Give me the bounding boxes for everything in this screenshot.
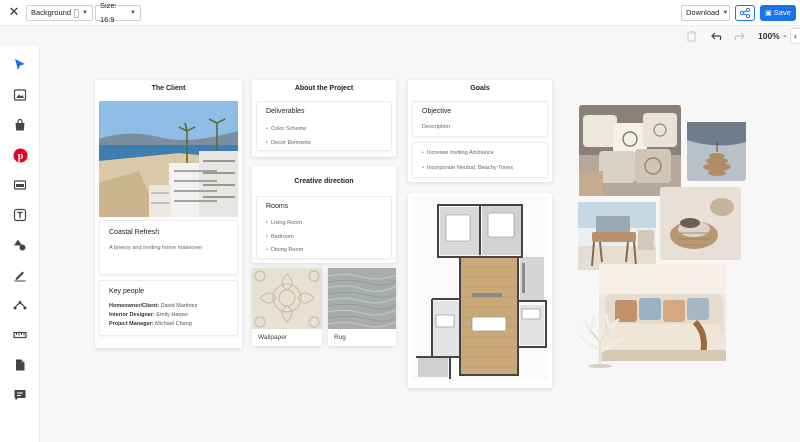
- background-color-swatch: [74, 8, 80, 18]
- comment-tool[interactable]: [11, 386, 29, 404]
- goals-card[interactable]: Goals Objective Description Increase Inv…: [408, 80, 552, 182]
- shopping-tool[interactable]: [11, 116, 29, 134]
- comment-icon: [14, 390, 26, 401]
- list-item: Living Room: [266, 218, 303, 232]
- image-tool[interactable]: [11, 86, 29, 104]
- rug-label: Rug: [334, 334, 346, 341]
- wallpaper-card[interactable]: Wallpaper: [252, 268, 322, 346]
- image-icon: [13, 89, 27, 101]
- select-tool[interactable]: [11, 56, 29, 74]
- chevron-down-icon[interactable]: ⌄: [782, 31, 788, 39]
- rug-swatch: [328, 268, 396, 329]
- list-item: Decor Elements: [266, 138, 311, 152]
- zoom-level[interactable]: 100%: [758, 31, 780, 41]
- shapes-icon: [14, 239, 26, 251]
- moodboard-photo-pendant[interactable]: [687, 122, 746, 181]
- project-name-box[interactable]: Coastal Refresh A breezy and inviting ho…: [99, 220, 238, 275]
- key-person: Interior Designer: Emily Harper: [109, 311, 189, 318]
- top-bar: ✕ Background ▼ Size: 16:9 ▼ Download ▼ ▣…: [0, 0, 800, 26]
- save-label: Save: [773, 8, 791, 17]
- key-people-title: Key people: [109, 288, 145, 295]
- save-button[interactable]: ▣ Save: [760, 5, 796, 21]
- trash-icon[interactable]: [686, 30, 697, 42]
- pinterest-tool[interactable]: p: [11, 146, 29, 164]
- about-card-title: About the Project: [294, 85, 354, 92]
- project-name: Coastal Refresh: [109, 229, 160, 236]
- pinterest-icon: p: [13, 148, 27, 162]
- client-photo: [99, 101, 238, 217]
- list-item: Incorporate Neutral, Beachy Tones: [422, 163, 513, 177]
- rug-card[interactable]: Rug: [328, 268, 396, 346]
- shapes-tool[interactable]: [11, 236, 29, 254]
- layout-icon: [13, 180, 27, 190]
- undo-icon[interactable]: [711, 31, 725, 41]
- floor-plan-image: [412, 197, 548, 380]
- chevron-left-icon[interactable]: ‹: [790, 28, 800, 44]
- deliverables-title: Deliverables: [266, 108, 305, 115]
- background-select[interactable]: Background ▼: [26, 5, 93, 21]
- key-people-box[interactable]: Key people Homeowner/Client: David Marti…: [99, 280, 238, 336]
- moodboard-photo-chair[interactable]: [578, 202, 656, 270]
- objective-description: Description: [422, 124, 450, 130]
- save-icon: ▣: [765, 10, 772, 17]
- client-card-title: The Client: [151, 85, 186, 92]
- creative-card[interactable]: Creative direction Rooms Living Room Bed…: [252, 166, 396, 263]
- moodboard-photo-baskets[interactable]: [660, 187, 741, 260]
- creative-card-title: Creative direction: [294, 178, 354, 185]
- objective-title: Objective: [422, 108, 452, 115]
- client-card[interactable]: The Client Coastal Refresh A breezy and …: [95, 80, 242, 348]
- close-icon[interactable]: ✕: [7, 5, 21, 19]
- moodboard-photo-pillows[interactable]: [579, 105, 681, 196]
- list-item: Dining Room: [266, 245, 303, 259]
- project-description: A breezy and inviting home makeover: [109, 245, 203, 251]
- key-person: Homeowner/Client: David Martinez: [109, 303, 198, 309]
- about-card[interactable]: About the Project Deliverables Color Sch…: [252, 80, 396, 157]
- path-tool[interactable]: [11, 296, 29, 314]
- pen-icon: [14, 271, 26, 282]
- shopping-bag-icon: [15, 118, 25, 131]
- goals-list-box[interactable]: Increase Inviting Ambiance Incorporate N…: [412, 142, 548, 178]
- chevron-down-icon: ▼: [722, 10, 729, 16]
- ruler-icon: [13, 331, 27, 339]
- share-button[interactable]: [735, 5, 755, 21]
- svg-text:p: p: [17, 151, 23, 162]
- list-item: Color Scheme: [266, 124, 311, 138]
- layout-tool[interactable]: [11, 176, 29, 194]
- cursor-icon: [15, 59, 25, 70]
- key-person: Project Manager: Michael Chang: [109, 320, 192, 327]
- list-item: Increase Inviting Ambiance: [422, 148, 513, 162]
- path-icon: [13, 301, 27, 310]
- background-label: Background: [31, 8, 72, 17]
- rooms-box[interactable]: Rooms Living Room Bedroom Dining Room: [256, 196, 392, 259]
- download-label: Download: [686, 8, 720, 17]
- download-select[interactable]: Download ▼: [681, 5, 730, 21]
- text-tool[interactable]: [11, 206, 29, 224]
- text-icon: [13, 208, 27, 222]
- size-select[interactable]: Size: 16:9 ▼: [95, 1, 141, 24]
- ruler-tool[interactable]: [11, 326, 29, 344]
- chevron-down-icon: ▼: [130, 10, 136, 16]
- deliverables-box[interactable]: Deliverables Color Scheme Decor Elements: [256, 101, 392, 151]
- goals-card-title: Goals: [470, 85, 490, 92]
- share-icon: [739, 7, 751, 19]
- floor-plan-card[interactable]: [408, 193, 552, 388]
- redo-icon[interactable]: [731, 31, 745, 41]
- page-tool[interactable]: [11, 356, 29, 374]
- left-toolbar: p: [0, 46, 40, 442]
- pen-tool[interactable]: [11, 266, 29, 284]
- chevron-down-icon: ▼: [82, 10, 88, 16]
- list-item: Bedroom: [266, 232, 303, 246]
- rooms-title: Rooms: [266, 203, 289, 210]
- wallpaper-label: Wallpaper: [258, 334, 288, 341]
- moodboard-photo-coral[interactable]: [574, 308, 626, 368]
- objective-box[interactable]: Objective Description: [412, 101, 548, 137]
- size-label: Size: 16:9: [100, 1, 117, 24]
- wallpaper-swatch: [252, 268, 322, 329]
- page-icon: [16, 359, 25, 371]
